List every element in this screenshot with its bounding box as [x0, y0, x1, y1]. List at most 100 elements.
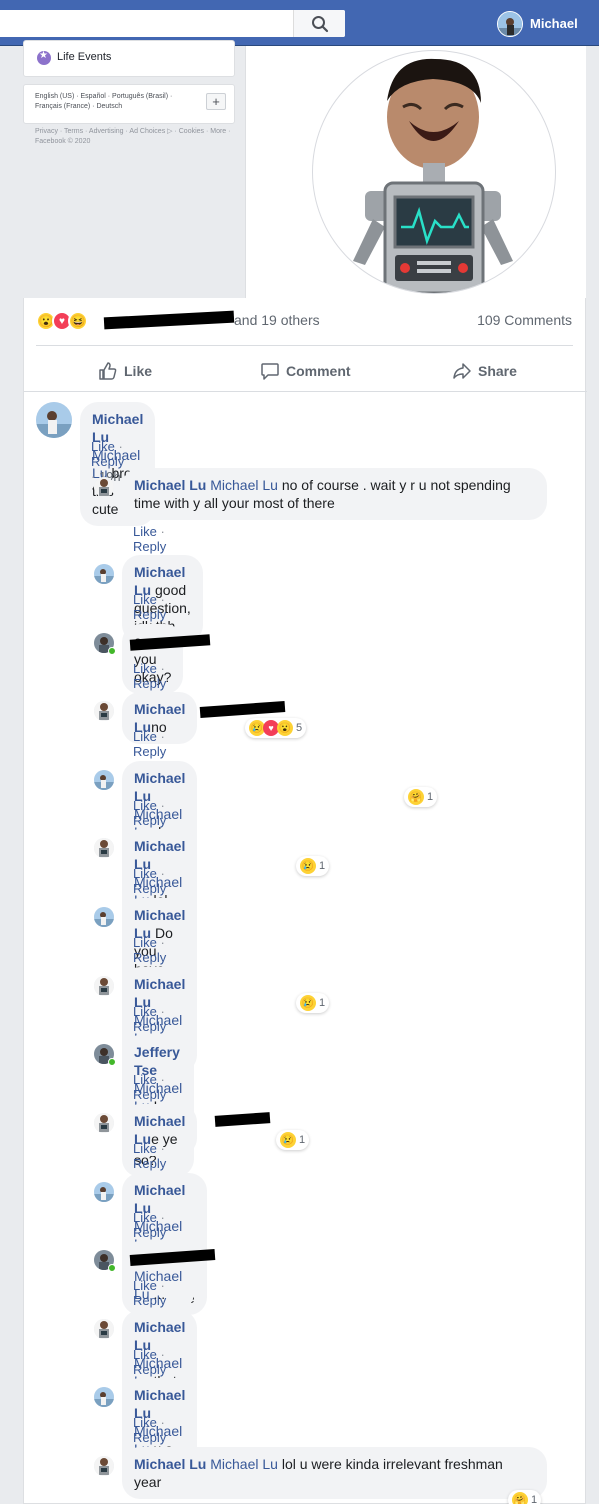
comment-reply-link[interactable]: Reply: [133, 539, 166, 554]
like-button[interactable]: Like: [98, 356, 152, 386]
mention-tag[interactable]: Michael Lu: [210, 477, 278, 493]
haha-reaction-icon: 😆: [68, 311, 88, 331]
comment-reply-link[interactable]: Reply: [91, 454, 124, 469]
online-indicator: [108, 1264, 116, 1272]
search-box: [0, 10, 345, 37]
comment-like-link[interactable]: Like: [133, 1141, 157, 1156]
comment-reactions[interactable]: 🤗 1: [508, 1490, 542, 1504]
comment-like-link[interactable]: Like: [133, 1072, 157, 1087]
profile-name: Michael: [530, 16, 578, 31]
share-icon: [453, 363, 471, 379]
comment-reactions[interactable]: 😢 1: [296, 856, 330, 876]
wow-reaction-icon: 😮: [277, 720, 293, 736]
care-reaction-icon: 🤗: [408, 789, 424, 805]
comment-like-link[interactable]: Like: [133, 1347, 157, 1362]
comment-like-link[interactable]: Like: [133, 1278, 157, 1293]
comment-like-link[interactable]: Like: [133, 798, 157, 813]
comment-icon: [261, 363, 279, 380]
reaction-count: 1: [299, 1134, 306, 1146]
share-label: Share: [478, 363, 517, 379]
comment-text-continued: year: [134, 1474, 162, 1490]
comment-reply-link[interactable]: Reply: [133, 1225, 166, 1240]
sad-reaction-icon: 😢: [300, 858, 316, 874]
post-photo-area: [245, 46, 586, 298]
share-button[interactable]: Share: [452, 356, 517, 386]
avatar[interactable]: [94, 1456, 114, 1476]
comment-reply-link[interactable]: Reply: [133, 1156, 166, 1171]
avatar[interactable]: [94, 907, 114, 927]
reaction-icons[interactable]: 😮 ♥ 😆: [36, 310, 88, 332]
comment-bubble: Michael Lu Michael Lu lol u were kinda i…: [122, 1447, 547, 1499]
avatar[interactable]: [94, 1182, 114, 1202]
redacted-names: [103, 310, 235, 330]
profile-link[interactable]: Michael: [497, 10, 578, 37]
comment-like-link[interactable]: Like: [133, 1004, 157, 1019]
comment-text: no of course . wait y r u not spending: [277, 477, 511, 493]
avatar: [497, 10, 523, 37]
comment-author[interactable]: Michael Lu: [134, 1456, 206, 1472]
reaction-count: 1: [531, 1494, 538, 1504]
comment-reply-link[interactable]: Reply: [133, 813, 166, 828]
online-indicator: [108, 1058, 116, 1066]
avatar[interactable]: [94, 976, 114, 996]
avatar[interactable]: [94, 564, 114, 584]
comment-like-link[interactable]: Like: [133, 935, 157, 950]
comment-reactions[interactable]: 🤗 1: [404, 787, 438, 807]
avatar[interactable]: [94, 701, 114, 721]
comment-reply-link[interactable]: Reply: [133, 881, 166, 896]
comments-count[interactable]: 109 Comments: [477, 312, 572, 328]
comment-reply-link[interactable]: Reply: [133, 676, 166, 691]
like-label: Like: [124, 363, 153, 379]
comment-like-link[interactable]: Like: [133, 866, 157, 881]
sad-reaction-icon: 😢: [300, 995, 316, 1011]
comment-button[interactable]: Comment: [260, 356, 351, 386]
reaction-count: 5: [296, 722, 303, 734]
comment-like-link[interactable]: Like: [133, 661, 157, 676]
comment-reactions[interactable]: 😢 1: [276, 1130, 310, 1150]
divider: [36, 345, 573, 346]
comment-reply-link[interactable]: Reply: [133, 950, 166, 965]
comment-like-link[interactable]: Like: [133, 1415, 157, 1430]
post-photo[interactable]: [312, 50, 556, 294]
reaction-count: 1: [427, 791, 434, 803]
comment-reply-link[interactable]: Reply: [133, 1087, 166, 1102]
comment-like-link[interactable]: Like: [133, 729, 157, 744]
care-reaction-icon: 🤗: [512, 1492, 528, 1504]
robot-illustration: [353, 58, 513, 293]
comment-like-link[interactable]: Like: [133, 524, 157, 539]
comment-reply-link[interactable]: Reply: [133, 1019, 166, 1034]
comment-text: lol u were kinda irrelevant freshman: [277, 1456, 503, 1472]
comment-label: Comment: [286, 363, 351, 379]
search-input[interactable]: [0, 10, 293, 37]
comment-bubble: Michael Lu Michael Lu no of course . wai…: [122, 468, 547, 520]
avatar[interactable]: [94, 477, 114, 497]
thumbs-up-icon: [99, 362, 117, 380]
comment-text-continued: time with y all your most of there: [134, 495, 335, 511]
avatar[interactable]: [94, 1387, 114, 1407]
avatar[interactable]: [94, 1319, 114, 1339]
comment-reply-link[interactable]: Reply: [133, 744, 166, 759]
avatar[interactable]: [36, 402, 72, 438]
comment-reactions[interactable]: 😢 ♥ 😮 5: [245, 718, 307, 738]
divider: [24, 391, 587, 392]
comment-reactions[interactable]: 😢 1: [296, 993, 330, 1013]
mention-tag[interactable]: Michael Lu: [210, 1456, 278, 1472]
comment-author[interactable]: Michael Lu: [134, 477, 206, 493]
reaction-summary[interactable]: and 19 others: [234, 312, 320, 328]
sad-reaction-icon: 😢: [280, 1132, 296, 1148]
reaction-count: 1: [319, 997, 326, 1009]
search-icon: [312, 16, 329, 33]
comment-like-link[interactable]: Like: [133, 592, 157, 607]
avatar[interactable]: [94, 1113, 114, 1133]
search-button[interactable]: [293, 10, 345, 37]
comment-reply-link[interactable]: Reply: [133, 607, 166, 622]
reaction-count: 1: [319, 860, 326, 872]
comment-like-link[interactable]: Like: [133, 1210, 157, 1225]
online-indicator: [108, 647, 116, 655]
comment-reply-link[interactable]: Reply: [133, 1430, 166, 1445]
avatar[interactable]: [94, 770, 114, 790]
comment-reply-link[interactable]: Reply: [133, 1293, 166, 1308]
avatar[interactable]: [94, 838, 114, 858]
comment-reply-link[interactable]: Reply: [133, 1362, 166, 1377]
comment-like-link[interactable]: Like: [91, 439, 115, 454]
